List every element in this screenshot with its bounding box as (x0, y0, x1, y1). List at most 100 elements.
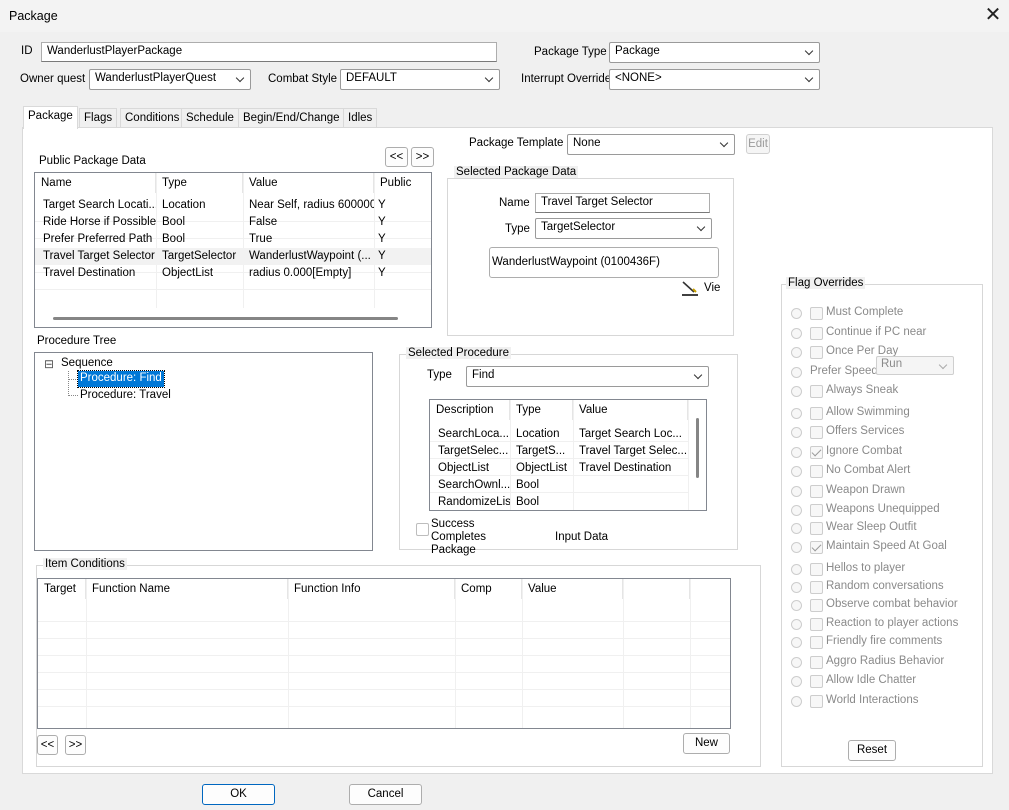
tab-begin-end-change[interactable]: Begin/End/Change (238, 108, 345, 128)
column-header-type[interactable]: Type (510, 400, 573, 420)
column-header-extra-2[interactable] (690, 579, 730, 599)
column-header-function-name[interactable]: Function Name (86, 579, 288, 599)
override-radio-allow-swimming[interactable] (791, 408, 802, 419)
override-radio-reaction-to-player-actions[interactable] (791, 619, 802, 630)
view-icon[interactable] (681, 280, 699, 296)
table-cell: Y (378, 216, 386, 228)
override-radio-prefer-speed[interactable] (791, 367, 802, 378)
tab-flags[interactable]: Flags (79, 108, 118, 128)
sel-name-field[interactable]: Travel Target Selector (535, 193, 710, 213)
flag-checkbox-hellos-to-player[interactable] (810, 563, 823, 576)
conditions-next-button[interactable]: >> (65, 735, 86, 755)
flag-checkbox-ignore-combat[interactable] (810, 446, 823, 459)
new-condition-button[interactable]: New (683, 733, 730, 754)
column-header-extra[interactable] (623, 579, 690, 599)
target-ref-field[interactable]: WanderlustWaypoint (0100436F) (489, 247, 719, 278)
vertical-scrollbar[interactable] (696, 418, 699, 478)
flag-checkbox-weapon-drawn[interactable] (810, 485, 823, 498)
override-radio-hellos-to-player[interactable] (791, 564, 802, 575)
override-radio-always-sneak[interactable] (791, 386, 802, 397)
package-template-dropdown[interactable]: None (567, 134, 735, 155)
proc-type-dropdown[interactable]: Find (466, 366, 709, 387)
window-title: Package (9, 9, 58, 23)
flag-checkbox-random-conversations[interactable] (810, 581, 823, 594)
id-field[interactable]: WanderlustPlayerPackage (41, 42, 497, 62)
flag-checkbox-no-combat-alert[interactable] (810, 465, 823, 478)
success-completes-checkbox[interactable] (416, 523, 429, 536)
override-radio-maintain-speed-at-goal[interactable] (791, 542, 802, 553)
owner-quest-value: WanderlustPlayerQuest (95, 72, 217, 84)
flag-checkbox-observe-combat-behavior[interactable] (810, 599, 823, 612)
prefer-speed-dropdown[interactable]: Run (876, 356, 954, 375)
flag-checkbox-maintain-speed-at-goal[interactable] (810, 541, 823, 554)
flag-checkbox-world-interactions[interactable] (810, 695, 823, 708)
horizontal-scrollbar[interactable] (53, 317, 398, 320)
interrupt-override-dropdown[interactable]: <NONE> (609, 69, 820, 90)
reset-button[interactable]: Reset (848, 740, 896, 761)
flag-checkbox-offers-services[interactable] (810, 426, 823, 439)
cancel-button[interactable]: Cancel (349, 784, 422, 805)
flag-checkbox-friendly-fire-comments[interactable] (810, 636, 823, 649)
public-next-button[interactable]: >> (411, 147, 434, 167)
sel-type-dropdown[interactable]: TargetSelector (535, 218, 712, 239)
item-conditions-list[interactable]: Target Function Name Function Info Comp … (37, 578, 731, 729)
tab-schedule[interactable]: Schedule (181, 108, 239, 128)
override-radio-continue-if-pc-near[interactable] (791, 328, 802, 339)
column-header-value[interactable]: Value (573, 400, 688, 420)
override-radio-weapon-drawn[interactable] (791, 486, 802, 497)
flag-checkbox-must-complete[interactable] (810, 307, 823, 320)
tab-package[interactable]: Package (23, 106, 78, 129)
flag-checkbox-always-sneak[interactable] (810, 385, 823, 398)
column-header-type[interactable]: Type (156, 173, 243, 193)
owner-quest-dropdown[interactable]: WanderlustPlayerQuest (89, 69, 251, 90)
package-type-dropdown[interactable]: Package (609, 42, 820, 63)
tab-idles[interactable]: Idles (343, 108, 378, 128)
column-header-name[interactable]: Name (35, 173, 156, 193)
flag-checkbox-reaction-to-player-actions[interactable] (810, 618, 823, 631)
column-header-target[interactable]: Target (38, 579, 86, 599)
flag-checkbox-continue-if-pc-near[interactable] (810, 327, 823, 340)
column-header-value[interactable]: Value (243, 173, 374, 193)
flag-label-reaction-to-player-actions: Reaction to player actions (826, 617, 959, 629)
override-radio-no-combat-alert[interactable] (791, 466, 802, 477)
tab-conditions[interactable]: Conditions (120, 108, 185, 128)
public-prev-button[interactable]: << (385, 147, 408, 167)
combat-style-dropdown[interactable]: DEFAULT (340, 69, 500, 90)
column-header-description[interactable]: Description (430, 400, 510, 420)
override-radio-world-interactions[interactable] (791, 696, 802, 707)
override-radio-observe-combat-behavior[interactable] (791, 600, 802, 611)
conditions-prev-button[interactable]: << (37, 735, 58, 755)
ok-button[interactable]: OK (202, 784, 275, 805)
table-cell: Near Self, radius 600000 (249, 199, 374, 211)
edit-button[interactable]: Edit (746, 134, 770, 154)
override-radio-offers-services[interactable] (791, 427, 802, 438)
procedure-tree[interactable]: ⊟ Sequence Procedure: Find Procedure: Tr… (34, 352, 373, 551)
override-radio-aggro-radius-behavior[interactable] (791, 657, 802, 668)
tree-node-procedure-travel[interactable]: Procedure: Travel (78, 388, 173, 404)
override-radio-must-complete[interactable] (791, 308, 802, 319)
flag-checkbox-weapons-unequipped[interactable] (810, 504, 823, 517)
flag-checkbox-once-per-day[interactable] (810, 346, 823, 359)
tree-node-procedure-find[interactable]: Procedure: Find (77, 370, 165, 388)
column-header-public[interactable]: Public (374, 173, 431, 193)
override-radio-random-conversations[interactable] (791, 582, 802, 593)
sel-type-value: TargetSelector (541, 221, 616, 233)
override-radio-ignore-combat[interactable] (791, 447, 802, 458)
flag-checkbox-allow-swimming[interactable] (810, 407, 823, 420)
procedure-params-list[interactable]: Description Type Value SearchLoca... Loc… (429, 399, 707, 511)
override-radio-weapons-unequipped[interactable] (791, 505, 802, 516)
flag-checkbox-aggro-radius-behavior[interactable] (810, 656, 823, 669)
override-radio-wear-sleep-outfit[interactable] (791, 523, 802, 534)
view-label[interactable]: Vie (704, 282, 720, 294)
column-header-comp[interactable]: Comp (455, 579, 522, 599)
flag-checkbox-allow-idle-chatter[interactable] (810, 675, 823, 688)
override-radio-allow-idle-chatter[interactable] (791, 676, 802, 687)
collapse-icon[interactable]: ⊟ (44, 358, 54, 370)
public-data-list[interactable]: Name Type Value Public Target Search Loc… (34, 172, 432, 328)
flag-checkbox-wear-sleep-outfit[interactable] (810, 522, 823, 535)
override-radio-friendly-fire-comments[interactable] (791, 637, 802, 648)
override-radio-once-per-day[interactable] (791, 347, 802, 358)
column-header-value[interactable]: Value (522, 579, 623, 599)
close-icon[interactable]: ✕ (982, 4, 1004, 26)
column-header-function-info[interactable]: Function Info (288, 579, 455, 599)
